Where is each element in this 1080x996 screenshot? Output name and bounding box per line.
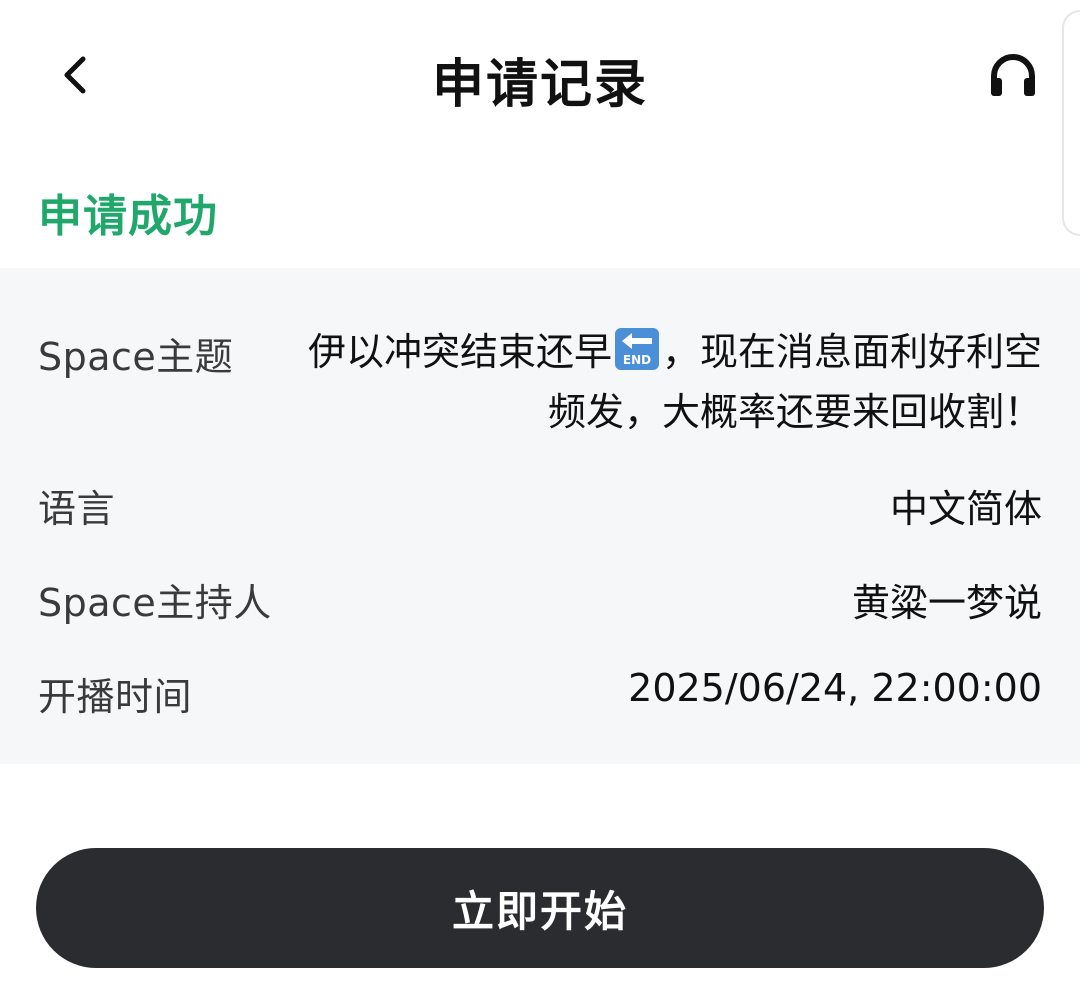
- page-title: 申请记录: [431, 55, 648, 115]
- start-time-label: 开播时间: [38, 675, 193, 719]
- header-bar: 申请记录: [0, 0, 1080, 150]
- topic-text-part1: 伊以冲突结束还早: [307, 330, 612, 374]
- start-now-button[interactable]: 立即开始: [36, 848, 1044, 968]
- application-record-page: 申请记录 申请成功 Space主题 伊以冲突结束还早 END ，现在消息面利好利空频…: [0, 0, 1080, 996]
- headphones-icon: [991, 54, 1035, 96]
- language-label: 语言: [38, 487, 116, 531]
- side-panel-edge[interactable]: [1062, 10, 1080, 236]
- topic-label: Space主题: [38, 335, 234, 379]
- end-emoji-text: END: [623, 353, 651, 367]
- status-success-label: 申请成功: [38, 191, 218, 242]
- topic-value: 伊以冲突结束还早 END ，现在消息面利好利空频发，大概率还要来回收割！: [302, 322, 1042, 442]
- customer-support-button[interactable]: [978, 40, 1048, 110]
- host-label: Space主持人: [38, 581, 272, 625]
- host-value: 黄粱一梦说: [851, 581, 1042, 625]
- language-value: 中文简体: [889, 487, 1042, 531]
- start-time-value: 2025/06/24, 22:00:00: [628, 666, 1042, 710]
- end-arrow-icon: END: [614, 328, 659, 370]
